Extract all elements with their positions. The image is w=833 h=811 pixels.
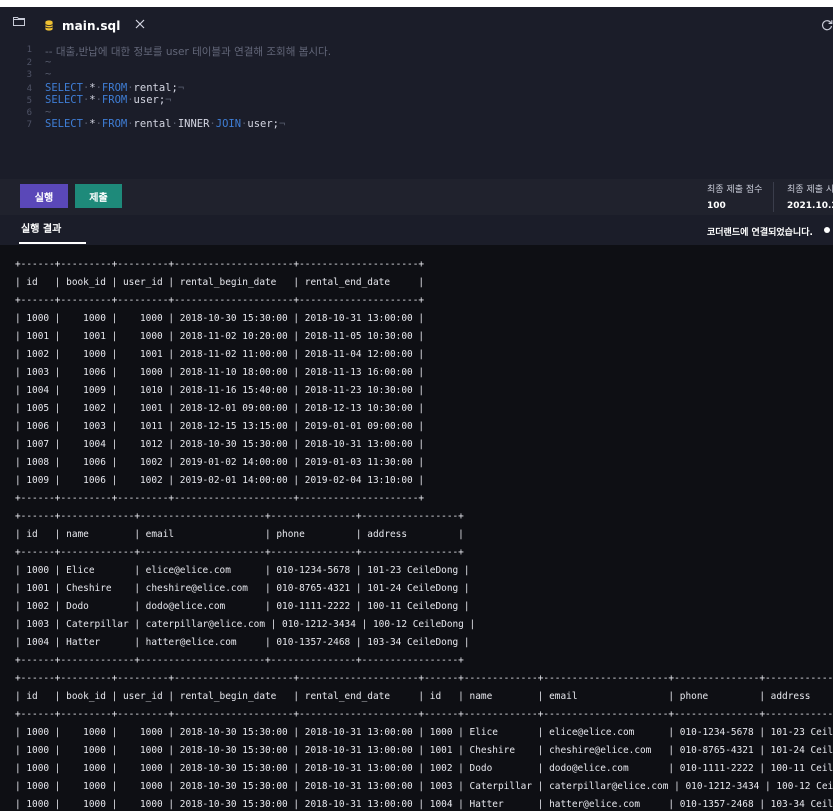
sql-keyword: FROM [101,118,128,130]
code-line: SELECT·*·FROM·user;¬ [45,94,172,106]
output-line: | 1003 | 1006 | 1000 | 2018-11-10 18:00:… [15,367,425,378]
output-line: | 1000 | 1000 | 1000 | 2018-10-30 15:30:… [15,799,833,810]
action-bar: 실행 제출 최종 제출 점수 100 최종 제출 시 2021.10.29 [0,179,833,215]
output-line: | 1002 | 1000 | 1001 | 2018-11-02 11:00:… [15,349,425,360]
database-file-icon [45,20,53,31]
output-line: | 1001 | Cheshire | cheshire@elice.com |… [15,583,470,594]
query-output: +------+---------+---------+------------… [0,245,833,811]
tab-execution-result[interactable]: 실행 결과 [21,215,61,244]
line-number: 3 [26,70,32,80]
output-line: | id | book_id | user_id | rental_begin_… [15,277,425,288]
output-line: | 1000 | 1000 | 1000 | 2018-10-30 15:30:… [15,313,425,324]
tab-filename[interactable]: main.sql [62,19,120,33]
tab-bar: main.sql [0,7,833,37]
code-editor[interactable]: 1 -- 대출,반납에 대한 정보를 user 테이블과 연결해 조회해 봅시다… [0,37,833,179]
sql-keyword: SELECT [45,118,83,130]
output-line: | 1003 | Caterpillar | caterpillar@elice… [15,619,476,630]
sql-identifier: user; [133,94,166,106]
code-line: SELECT·*·FROM·rental;¬ [45,82,185,94]
submit-button[interactable]: 제출 [75,184,122,208]
output-line: | 1000 | 1000 | 1000 | 2018-10-30 15:30:… [15,727,833,738]
sql-keyword: SELECT [45,82,83,94]
line-number: 7 [26,120,32,130]
result-tab-bar: 실행 결과 코더랜드에 연결되었습니다. [0,215,833,246]
sql-comment: -- 대출,반납에 대한 정보를 user 테이블과 연결해 조회해 봅시다. [45,46,332,58]
output-line: | 1009 | 1006 | 1002 | 2019-02-01 14:00:… [15,475,425,486]
sql-keyword: JOIN [215,118,242,130]
status-dot-icon [824,227,830,233]
line-number: 1 [26,45,32,55]
output-line: +------+-------------+------------------… [15,511,464,522]
whitespace-marker: ~ [45,68,52,80]
output-line: | 1000 | 1000 | 1000 | 2018-10-30 15:30:… [15,745,833,756]
output-line: | 1001 | 1001 | 1000 | 2018-11-02 10:20:… [15,331,425,342]
output-line: | 1005 | 1002 | 1001 | 2018-12-01 09:00:… [15,403,425,414]
output-line: | 1000 | Elice | elice@elice.com | 010-1… [15,565,470,576]
output-line: | 1000 | 1000 | 1000 | 2018-10-30 15:30:… [15,781,833,792]
code-line: SELECT·*·FROM·rental·INNER·JOIN·user;¬ [45,118,286,130]
whitespace-marker: ~ [45,56,52,68]
refresh-icon[interactable] [821,19,833,31]
sql-identifier: user; [247,118,279,130]
whitespace-marker: ~ [45,106,52,118]
output-line: | 1002 | Dodo | dodo@elice.com | 010-111… [15,601,470,612]
line-number: 2 [26,58,32,68]
sql-keyword: INNER [177,118,210,130]
active-tab-indicator [19,242,86,244]
output-line: | id | name | email | phone | address | [15,529,464,540]
run-button[interactable]: 실행 [20,184,68,208]
output-line: +------+---------+---------+------------… [15,493,425,504]
output-line: +------+---------+---------+------------… [15,295,425,306]
final-submit-time-label: 최종 제출 시 [787,185,833,195]
output-line: | 1008 | 1006 | 1002 | 2019-01-02 14:00:… [15,457,425,468]
sql-identifier: rental; [133,82,178,94]
sql-editor-app: main.sql 1 -- 대출,반납에 대한 정보를 user 테이블과 연결… [0,7,833,811]
line-number: 5 [26,96,32,106]
output-line: +------+-------------+------------------… [15,547,464,558]
folder-icon[interactable] [13,16,25,26]
output-line: +------+-------------+------------------… [15,655,464,666]
final-score-label: 최종 제출 점수 [707,185,763,195]
output-line: | 1006 | 1003 | 1011 | 2018-12-15 13:15:… [15,421,425,432]
divider [773,182,774,212]
output-line: | 1004 | 1009 | 1010 | 2018-11-16 15:40:… [15,385,425,396]
sql-keyword: FROM [101,94,128,106]
sql-identifier: rental [133,118,172,130]
close-icon[interactable] [135,19,145,29]
line-number: 6 [26,108,32,118]
sql-keyword: FROM [101,82,128,94]
final-submit-time-value: 2021.10.29 [787,201,833,211]
output-line: | 1000 | 1000 | 1000 | 2018-10-30 15:30:… [15,763,833,774]
output-line: | 1007 | 1004 | 1012 | 2018-10-30 15:30:… [15,439,425,450]
output-line: +------+---------+---------+------------… [15,259,425,270]
output-line: +------+---------+---------+------------… [15,709,833,720]
line-number: 4 [26,84,32,94]
final-score-value: 100 [707,201,726,211]
output-line: | id | book_id | user_id | rental_begin_… [15,691,833,702]
sql-keyword: SELECT [45,94,83,106]
output-line: +------+---------+---------+------------… [15,673,833,684]
output-line: | 1004 | Hatter | hatter@elice.com | 010… [15,637,470,648]
connection-status: 코더랜드에 연결되었습니다. [707,228,813,238]
